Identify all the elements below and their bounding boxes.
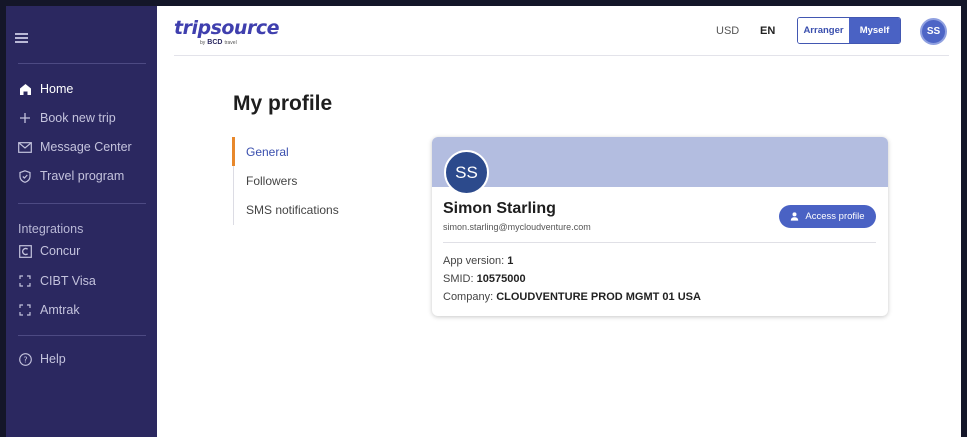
bracket-icon: [18, 303, 32, 317]
help-icon: ?: [18, 352, 32, 366]
sidebar-item-home[interactable]: Home: [18, 80, 73, 98]
smid-row: SMID: 10575000: [443, 273, 526, 285]
logo-wordmark: tripsource: [174, 17, 279, 39]
sidebar-item-message-center[interactable]: Message Center: [18, 138, 132, 156]
header-divider: [174, 55, 949, 56]
sidebar-divider: [18, 335, 146, 336]
user-avatar[interactable]: SS: [920, 18, 947, 45]
sidebar-item-label: Home: [40, 82, 74, 96]
svg-text:?: ?: [23, 355, 27, 364]
tab-general[interactable]: General: [246, 145, 289, 159]
sidebar-item-book-new-trip[interactable]: Book new trip: [18, 109, 116, 127]
tab-followers[interactable]: Followers: [246, 174, 297, 188]
profile-avatar: SS: [444, 150, 489, 195]
profile-card: SS Simon Starling simon.starling@mycloud…: [432, 137, 888, 316]
language-selector[interactable]: EN: [760, 25, 775, 37]
bracket-icon: [18, 274, 32, 288]
app-version-value: 1: [507, 255, 514, 267]
profile-email: simon.starling@mycloudventure.com: [443, 222, 591, 232]
company-value: CLOUDVENTURE PROD MGMT 01 USA: [496, 291, 701, 303]
integrations-heading: Integrations: [18, 222, 84, 236]
app-window: Home Book new trip Message Center Travel…: [6, 6, 961, 437]
shield-icon: [18, 169, 32, 183]
company-row: Company: CLOUDVENTURE PROD MGMT 01 USA: [443, 291, 701, 303]
active-tab-indicator: [232, 137, 235, 166]
arranger-toggle-button[interactable]: Arranger: [798, 18, 849, 43]
sidebar-item-concur[interactable]: Concur: [18, 242, 80, 260]
concur-icon: [18, 244, 32, 258]
myself-toggle-button[interactable]: Myself: [849, 18, 900, 43]
profile-name: Simon Starling: [443, 200, 556, 217]
sidebar-divider: [18, 203, 146, 204]
app-version-row: App version: 1: [443, 255, 514, 267]
sidebar-item-amtrak[interactable]: Amtrak: [18, 301, 80, 319]
tab-sms-notifications[interactable]: SMS notifications: [246, 203, 339, 217]
sidebar-item-label: Help: [40, 352, 66, 366]
access-profile-button[interactable]: Access profile: [779, 205, 876, 228]
sidebar-item-label: Amtrak: [40, 303, 80, 317]
home-icon: [18, 82, 32, 96]
currency-selector[interactable]: USD: [716, 25, 739, 37]
sidebar-item-cibt-visa[interactable]: CIBT Visa: [18, 272, 96, 290]
card-divider: [443, 242, 876, 243]
menu-icon[interactable]: [15, 33, 28, 43]
sidebar-item-label: Message Center: [40, 140, 132, 154]
plus-icon: [18, 111, 32, 125]
role-toggle: Arranger Myself: [797, 17, 901, 44]
profile-card-banner: [432, 137, 888, 187]
sidebar-item-label: CIBT Visa: [40, 274, 96, 288]
tripsource-logo[interactable]: tripsource by BCD travel: [174, 18, 279, 46]
sidebar-item-travel-program[interactable]: Travel program: [18, 167, 124, 185]
page-title: My profile: [233, 92, 333, 115]
sidebar: Home Book new trip Message Center Travel…: [6, 6, 157, 437]
smid-value: 10575000: [476, 273, 526, 285]
logo-byline: by BCD travel: [200, 39, 237, 46]
sidebar-divider: [18, 63, 146, 64]
person-icon: [790, 212, 799, 221]
sidebar-item-label: Travel program: [40, 169, 125, 183]
sidebar-item-help[interactable]: ? Help: [18, 350, 66, 368]
sidebar-item-label: Book new trip: [40, 111, 116, 125]
profile-tabs: General Followers SMS notifications: [232, 137, 343, 225]
mail-icon: [18, 140, 32, 154]
sidebar-item-label: Concur: [40, 244, 81, 258]
